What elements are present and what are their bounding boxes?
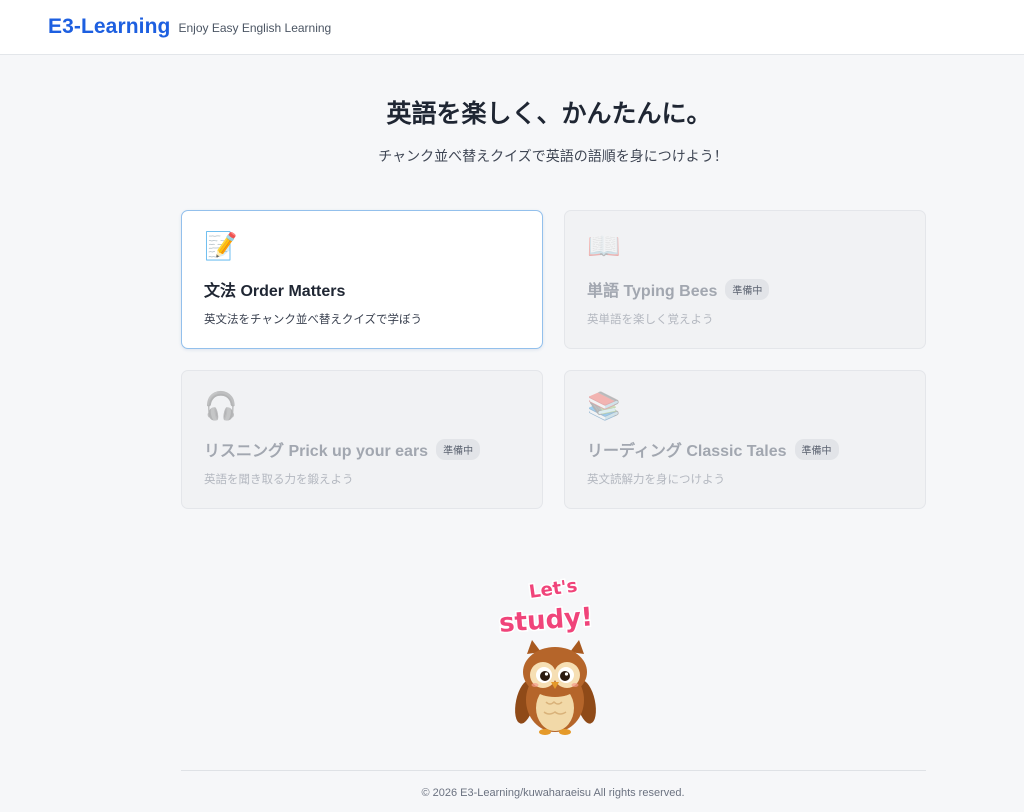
brand-tagline: Enjoy Easy English Learning — [178, 21, 332, 35]
grammar-card[interactable]: 📝 文法 Order Matters 英文法をチャンク並べ替えクイズで学ぼう — [181, 210, 543, 349]
reading-card: 📚 リーディング Classic Tales 準備中 英文読解力を身につけよう — [564, 370, 926, 509]
brand-logo[interactable]: E3-Learning — [48, 15, 170, 39]
coming-soon-badge: 準備中 — [436, 438, 481, 460]
open-book-icon: 📖 — [587, 231, 621, 262]
coming-soon-badge: 準備中 — [725, 278, 770, 300]
listening-card: 🎧 リスニング Prick up your ears 準備中 英語を聞き取る力を… — [181, 370, 543, 509]
vocabulary-card: 📖 単語 Typing Bees 準備中 英単語を楽しく覚えよう — [564, 210, 926, 349]
owl-icon — [515, 640, 596, 735]
listening-card-description: 英語を聞き取る力を鍛えよう — [204, 472, 354, 486]
hero-subtitle: チャンク並べ替えクイズで英語の語順を身につけよう！ — [378, 149, 728, 165]
stacked-books-icon: 📚 — [587, 391, 621, 422]
reading-card-description: 英文読解力を身につけよう — [587, 472, 725, 486]
grammar-card-description: 英文法をチャンク並べ替えクイズで学ぼう — [204, 312, 423, 326]
study-text: study! — [498, 602, 594, 638]
vocabulary-card-title: 単語 Typing Bees — [587, 283, 718, 300]
memo-pencil-icon: 📝 — [204, 231, 238, 262]
footer-copyright: © 2026 E3-Learning/kuwaharaeisu All righ… — [421, 787, 685, 799]
listening-card-title: リスニング Prick up your ears — [204, 443, 429, 460]
vocabulary-card-description: 英単語を楽しく覚えよう — [587, 312, 714, 326]
headphones-icon: 🎧 — [204, 391, 238, 422]
footer-divider — [181, 770, 926, 771]
coming-soon-badge: 準備中 — [794, 438, 839, 460]
site-header: E3-Learning Enjoy Easy English Learning — [0, 0, 1024, 55]
grammar-card-title: 文法 Order Matters — [204, 283, 346, 300]
lets-study-lettering: Let's study! — [497, 574, 596, 640]
reading-card-title: リーディング Classic Tales — [587, 443, 787, 460]
hero-title: 英語を楽しく、かんたんに。 — [386, 99, 712, 128]
owl-mascot-illustration: Let's study! — [497, 574, 596, 735]
lets-text: Let's — [528, 575, 579, 603]
